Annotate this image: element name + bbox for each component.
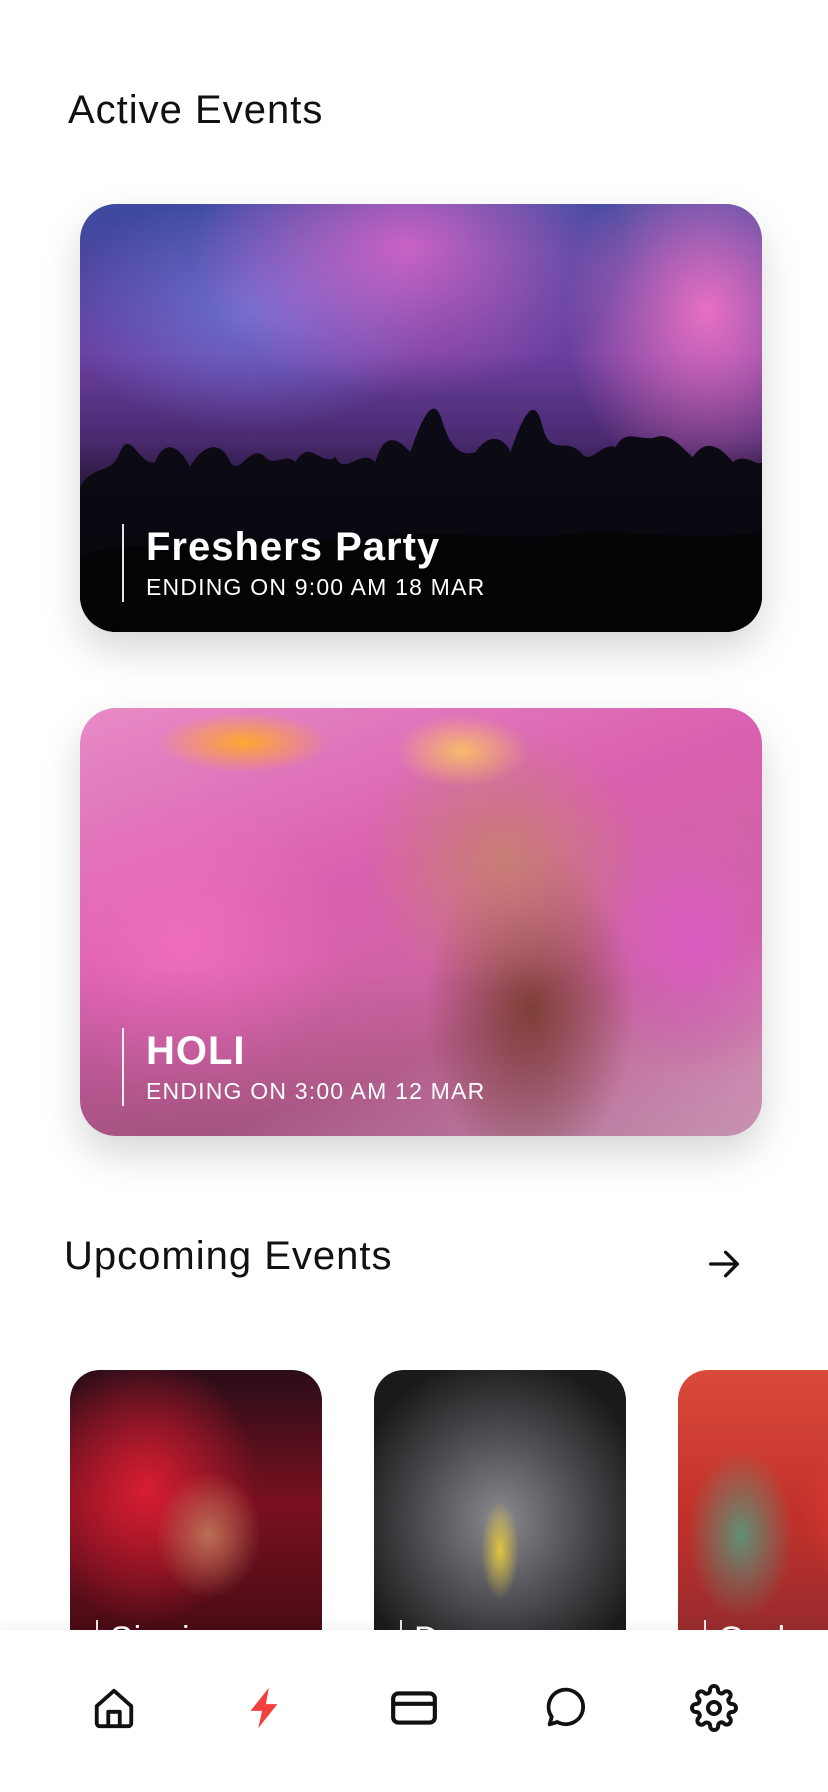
event-card-holi[interactable]: HOLI ENDING ON 3:00 AM 12 MAR <box>80 708 762 1136</box>
arrow-right-icon <box>709 1250 739 1278</box>
events-screen: Active Events Freshers Party ENDING ON 9… <box>0 0 828 1792</box>
active-events-title: Active Events <box>68 88 324 132</box>
event-card-freshers-party[interactable]: Freshers Party ENDING ON 9:00 AM 18 MAR <box>80 204 762 632</box>
nav-home[interactable] <box>86 1680 142 1736</box>
event-ending-time: ENDING ON 9:00 AM 18 MAR <box>146 574 486 600</box>
bottom-navigation <box>0 1630 828 1792</box>
lightning-icon <box>250 1687 278 1729</box>
gear-icon <box>690 1684 738 1732</box>
card-icon <box>391 1691 437 1725</box>
nav-settings[interactable] <box>686 1680 742 1736</box>
upcoming-tile-singing[interactable]: Singing <box>70 1370 322 1670</box>
upcoming-events-title: Upcoming Events <box>64 1234 393 1278</box>
event-caption: HOLI ENDING ON 3:00 AM 12 MAR <box>122 1028 485 1106</box>
nav-events[interactable] <box>236 1680 292 1736</box>
upcoming-see-all-button[interactable] <box>700 1240 748 1288</box>
upcoming-tile-dance[interactable]: Dance <box>374 1370 626 1670</box>
nav-chat[interactable] <box>536 1680 592 1736</box>
event-name: Freshers Party <box>146 525 441 569</box>
upcoming-tile-garba[interactable]: Garba <box>678 1370 828 1670</box>
event-ending-time: ENDING ON 3:00 AM 12 MAR <box>146 1078 486 1104</box>
home-icon <box>94 1688 134 1729</box>
event-name: HOLI <box>146 1029 246 1073</box>
chat-icon <box>546 1687 585 1727</box>
nav-payments[interactable] <box>386 1680 442 1736</box>
event-caption: Freshers Party ENDING ON 9:00 AM 18 MAR <box>122 524 485 602</box>
